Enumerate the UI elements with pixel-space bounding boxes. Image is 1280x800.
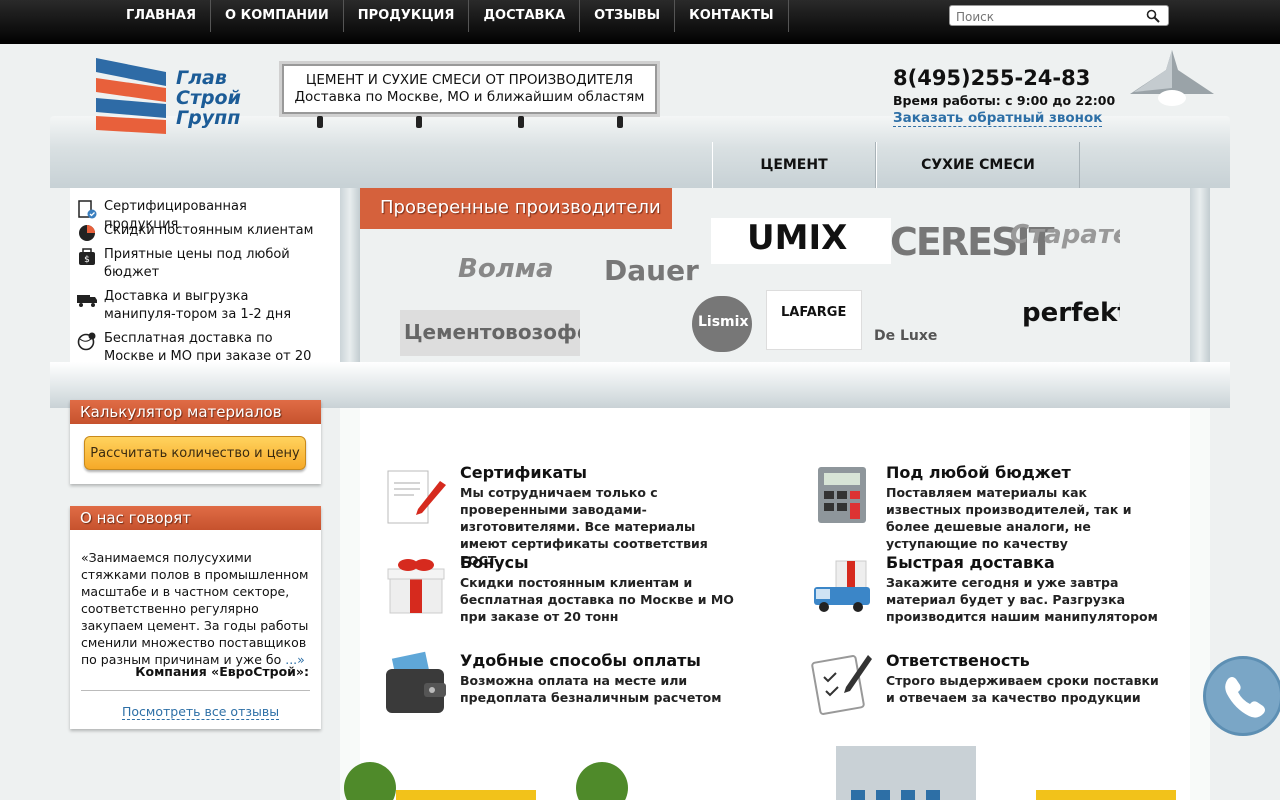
benefit-text: Приятные цены под любой бюджет [104,247,290,280]
calculator-icon [818,467,866,523]
top-navigation: ГЛАВНАЯ О КОМПАНИИ ПРОДУКЦИЯ ДОСТАВКА ОТ… [0,0,1280,44]
category-tabs: ЦЕМЕНТ СУХИЕ СМЕСИ [712,142,1080,188]
calculate-button[interactable]: Рассчитать количество и цену [84,436,306,470]
nav-item-contacts[interactable]: КОНТАКТЫ [675,0,789,32]
spotlight-icon [518,116,524,128]
brand-logo-umix[interactable]: UMIX [711,218,891,264]
nav-item-home[interactable]: ГЛАВНАЯ [112,0,212,32]
construction-scene-illustration [344,746,1176,800]
feature-description: Скидки постоянным клиентам и бесплатная … [460,575,734,624]
spotlight-icon [416,116,422,128]
feature-description: Строго выдерживаем сроки поставки и отве… [886,673,1159,705]
feature-title: Удобные способы оплаты [460,651,701,670]
brand-logo-cementovozoff[interactable]: Цементовозофф [400,310,580,356]
logo-text-line: Групп [176,107,241,129]
main-menu: ГЛАВНАЯ О КОМПАНИИ ПРОДУКЦИЯ ДОСТАВКА ОТ… [112,0,789,32]
all-reviews-link[interactable]: Посмотреть все отзывы [122,704,280,720]
search-box [949,5,1169,27]
slogan-banner: ЦЕМЕНТ И СУХИЕ СМЕСИ ОТ ПРОИЗВОДИТЕЛЯ До… [279,61,660,117]
feature-description: Поставляем материалы как известных произ… [886,485,1132,551]
producers-title: Проверенные производители [360,188,672,229]
divider [81,690,310,691]
logo-bricks-icon [96,58,166,134]
call-button[interactable] [1203,656,1280,736]
certificate-icon [387,470,446,524]
money-bag-icon: $ [79,248,95,265]
logo-text: Глав Строй Групп [176,68,241,128]
reviews-title: О нас говорят [70,506,321,530]
feature-payment: Удобные способы оплаты Возможна оплата н… [384,651,740,715]
nav-item-about[interactable]: О КОМПАНИИ [211,0,344,32]
calculator-title: Калькулятор материалов [70,400,321,424]
truck-icon [77,295,97,307]
feature-budget: Под любой бюджет Поставляем материалы ка… [810,463,1166,552]
feature-title: Бонусы [460,553,529,572]
brand-logo-dauer[interactable]: Dauer [604,254,724,294]
feature-title: Ответственость [886,651,1030,670]
benefits-panel: Сертифицированная продукция Скидки посто… [70,188,340,382]
review-text-block: «Занимаемся полусухими стяжками полов в … [81,549,311,668]
spotlight-icon [317,116,323,128]
search-icon[interactable] [1146,9,1160,23]
search-input[interactable] [950,7,1135,27]
wallet-icon [386,651,446,713]
calculator-widget: Калькулятор материалов Рассчитать количе… [70,400,321,484]
brand-logo-starateli[interactable]: Старатели [1010,220,1120,268]
slogan-line-2: Доставка по Москве, МО и ближайшим облас… [294,89,645,105]
nav-item-delivery[interactable]: ДОСТАВКА [469,0,581,32]
brand-logo-volma[interactable]: Волма [400,254,600,302]
gift-icon [387,559,445,614]
feature-title: Под любой бюджет [886,463,1071,482]
reviews-widget: О нас говорят «Занимаемся полусухими стя… [70,506,321,729]
brand-logo-perfekta[interactable]: perfekta [1022,298,1120,338]
shelf-post [1190,188,1210,380]
shelf-post [340,188,360,380]
phone-handset-icon [1225,677,1265,718]
review-text: «Занимаемся полусухими стяжками полов в … [81,550,309,667]
benefit-text: Доставка и выгрузка манипуля-тором за 1-… [104,289,292,322]
benefit-item: Доставка и выгрузка манипуля-тором за 1-… [76,288,324,324]
feature-bonuses: Бонусы Скидки постоянным клиентам и бесп… [384,553,740,625]
feature-fast-delivery: Быстрая доставка Закажите сегодня и уже … [810,553,1166,625]
nav-item-reviews[interactable]: ОТЗЫВЫ [580,0,676,32]
benefit-text: Скидки постоянным клиентам [104,223,314,238]
clipboard-icon [811,655,872,715]
phone-number[interactable]: 8(495)255-24-83 [893,66,1090,90]
benefit-item: $ Приятные цены под любой бюджет [76,246,324,282]
logo-text-line: Глав [176,67,227,89]
pie-chart-icon [79,225,95,241]
logo-text-line: Строй [176,87,241,109]
brand-logo-lafarge[interactable]: LAFARGE [766,290,862,350]
feature-description: Возможна оплата на месте или предоплата … [460,673,722,705]
nav-item-products[interactable]: ПРОДУКЦИЯ [344,0,470,32]
svg-text:$: $ [84,255,90,265]
slogan-line-1: ЦЕМЕНТ И СУХИЕ СМЕСИ ОТ ПРОИЗВОДИТЕЛЯ [305,72,634,88]
certificate-check-icon [78,200,97,219]
feature-description: Закажите сегодня и уже завтра материал б… [886,575,1158,624]
working-hours: Время работы: с 9:00 до 22:00 [893,93,1116,108]
tab-dry-mixes[interactable]: СУХИЕ СМЕСИ [876,142,1080,188]
spotlight-icon [617,116,623,128]
feature-title: Сертификаты [460,463,588,482]
brand-logo-deluxe[interactable]: De Luxe [864,288,974,352]
globe-location-icon [77,332,96,351]
feature-responsibility: Ответственость Строго выдерживаем сроки … [810,651,1166,715]
logo[interactable]: Глав Строй Групп [96,58,246,136]
benefit-item: Скидки постоянным клиентам [76,222,324,244]
review-author: Компания «ЕвроСтрой»: [135,664,309,679]
tab-cement[interactable]: ЦЕМЕНТ [712,142,876,188]
brand-logo-lismix[interactable]: Lismix [692,296,752,352]
callback-link[interactable]: Заказать обратный звонок [893,110,1103,127]
feature-title: Быстрая доставка [886,553,1055,572]
truck-gift-icon [814,560,870,612]
ceiling-lamp-icon [1130,50,1214,106]
